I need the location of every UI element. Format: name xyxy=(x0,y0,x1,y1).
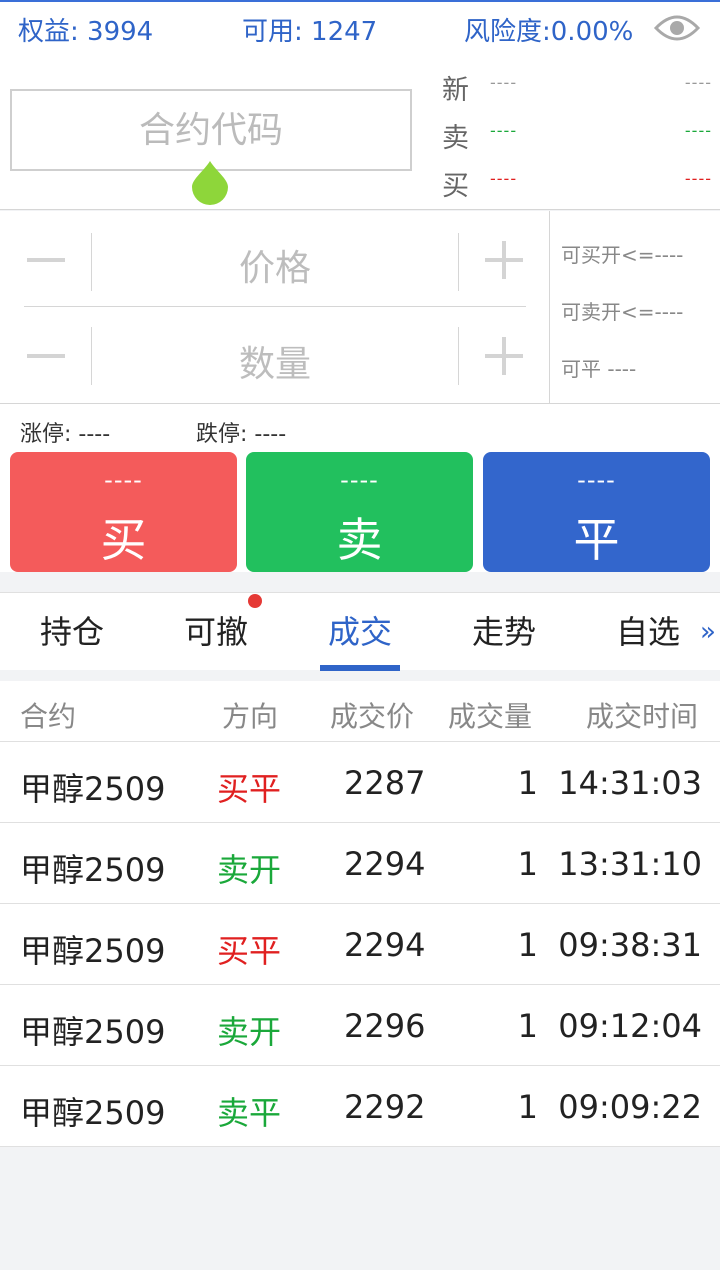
price-input[interactable]: 价格 xyxy=(92,239,458,291)
quote-row: 卖 ---- ---- xyxy=(442,116,712,156)
cell-price: 2292 xyxy=(344,1088,426,1126)
quote-value-left: ---- xyxy=(490,121,518,140)
cell-time: 13:31:10 xyxy=(558,845,702,883)
cell-direction: 买平 xyxy=(217,770,282,808)
quote-label: 买 xyxy=(442,171,469,202)
price-minus-button[interactable] xyxy=(27,258,65,262)
cell-contract: 甲醇2509 xyxy=(20,1094,166,1132)
cell-price: 2287 xyxy=(344,764,426,802)
qty-input[interactable]: 数量 xyxy=(92,335,458,387)
table-row[interactable]: 甲醇2509 买平 2294 1 09:38:31 xyxy=(0,904,720,985)
buy-button[interactable]: ---- 买 xyxy=(10,452,237,572)
quote-label: 新 xyxy=(442,75,469,106)
risk-text: 风险度:0.00% xyxy=(464,17,634,47)
table-header: 合约 方向 成交价 成交量 成交时间 xyxy=(0,681,720,742)
sell-price: ---- xyxy=(340,466,379,494)
close-price: ---- xyxy=(577,466,616,494)
quote-value-right: ---- xyxy=(684,121,712,140)
quote-label: 卖 xyxy=(442,123,469,154)
cell-contract: 甲醇2509 xyxy=(20,770,166,808)
table-row[interactable]: 甲醇2509 卖开 2296 1 09:12:04 xyxy=(0,985,720,1066)
cell-contract: 甲醇2509 xyxy=(20,932,166,970)
quote-value-right: ---- xyxy=(684,169,712,188)
contract-panel: 合约代码 新 ---- ---- 卖 ---- ---- 买 ---- ---- xyxy=(0,50,720,210)
header-qty: 成交量 xyxy=(448,700,533,733)
tab-trades[interactable]: 成交 xyxy=(300,607,420,653)
active-tab-indicator xyxy=(320,665,400,671)
tab-positions[interactable]: 持仓 xyxy=(12,607,132,653)
bottom-tab-bar: 持仓 可撤 成交 走势 自选 » xyxy=(0,592,720,671)
limit-down-text: 跌停: ---- xyxy=(196,422,287,447)
cell-time: 09:38:31 xyxy=(558,926,702,964)
sell-label: 卖 xyxy=(336,513,383,567)
cell-qty: 1 xyxy=(517,1007,538,1045)
quote-value-right: ---- xyxy=(684,73,712,92)
tab-trend[interactable]: 走势 xyxy=(444,607,564,653)
price-limits: 涨停: ---- 跌停: ---- xyxy=(0,404,720,452)
cell-direction: 卖开 xyxy=(217,1013,282,1051)
table-row[interactable]: 甲醇2509 卖平 2292 1 09:09:22 xyxy=(0,1066,720,1147)
cell-qty: 1 xyxy=(517,1088,538,1126)
qty-minus-button[interactable] xyxy=(27,354,65,358)
cell-qty: 1 xyxy=(517,764,538,802)
trades-table: 合约 方向 成交价 成交量 成交时间 甲醇2509 买平 2287 1 14:31:03… xyxy=(0,681,720,1147)
trade-actions: ---- 买 ---- 卖 ---- 平 xyxy=(0,452,720,572)
double-chevron-right-icon[interactable]: » xyxy=(700,617,716,647)
cell-qty: 1 xyxy=(517,926,538,964)
cell-contract: 甲醇2509 xyxy=(20,1013,166,1051)
cell-time: 09:09:22 xyxy=(558,1088,702,1126)
limit-up-text: 涨停: ---- xyxy=(20,422,111,447)
cell-direction: 卖平 xyxy=(217,1094,282,1132)
order-entry-panel: 价格 数量 可买开<=---- 可卖开<=---- 可平 ---- xyxy=(0,211,720,404)
can-buy-open-text: 可买开<=---- xyxy=(561,243,684,267)
header-direction: 方向 xyxy=(222,700,279,733)
notification-dot xyxy=(248,594,262,608)
cell-qty: 1 xyxy=(517,845,538,883)
buy-label: 买 xyxy=(100,513,147,567)
buy-price: ---- xyxy=(104,466,143,494)
equity-text: 权益: 3994 xyxy=(18,17,154,47)
cell-time: 09:12:04 xyxy=(558,1007,702,1045)
sell-button[interactable]: ---- 卖 xyxy=(246,452,473,572)
available-text: 可用: 1247 xyxy=(242,17,378,47)
header-contract: 合约 xyxy=(20,700,77,733)
header-time: 成交时间 xyxy=(585,700,698,733)
cell-price: 2296 xyxy=(344,1007,426,1045)
cell-direction: 卖开 xyxy=(217,851,282,889)
cell-contract: 甲醇2509 xyxy=(20,851,166,889)
quote-value-left: ---- xyxy=(490,73,518,92)
quote-row: 新 ---- ---- xyxy=(442,68,712,108)
cell-price: 2294 xyxy=(344,926,426,964)
quote-row: 买 ---- ---- xyxy=(442,164,712,204)
eye-icon[interactable] xyxy=(654,12,700,44)
account-status-bar: 权益: 3994 可用: 1247 风险度:0.00% xyxy=(0,0,720,50)
header-price: 成交价 xyxy=(330,700,415,733)
close-position-button[interactable]: ---- 平 xyxy=(483,452,710,572)
cell-price: 2294 xyxy=(344,845,426,883)
can-sell-open-text: 可卖开<=---- xyxy=(561,300,684,324)
tab-cancellable[interactable]: 可撤 xyxy=(156,607,276,653)
drop-handle-icon[interactable] xyxy=(190,159,230,205)
tab-watchlist[interactable]: 自选 xyxy=(588,607,708,653)
close-label: 平 xyxy=(573,513,620,567)
can-close-text: 可平 ---- xyxy=(561,357,637,381)
quote-value-left: ---- xyxy=(490,169,518,188)
table-row[interactable]: 甲醇2509 买平 2287 1 14:31:03 xyxy=(0,742,720,823)
table-row[interactable]: 甲醇2509 卖开 2294 1 13:31:10 xyxy=(0,823,720,904)
cell-direction: 买平 xyxy=(217,932,282,970)
cell-time: 14:31:03 xyxy=(558,764,702,802)
